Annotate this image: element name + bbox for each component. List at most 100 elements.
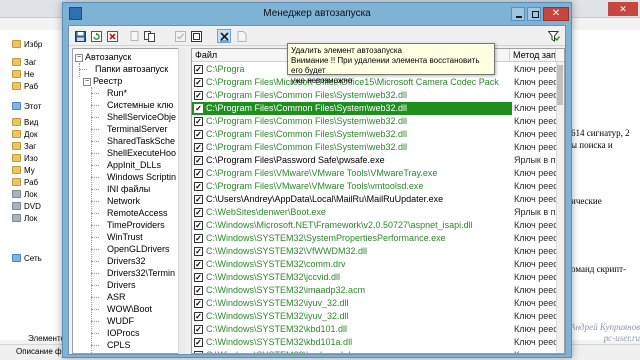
- list-row[interactable]: ✓ C:\Windows\SYSTEM32\iyuv_32.dll Ключ рее…: [192, 297, 556, 310]
- tree-scrollbar[interactable]: [178, 48, 186, 354]
- tree-node-registry-key[interactable]: Network: [107, 195, 140, 207]
- nav-item[interactable]: Заг: [12, 140, 36, 152]
- tree-node-registry-key[interactable]: AppInit_DLLs: [107, 159, 161, 171]
- tree-node-registry-key[interactable]: TerminalServer: [107, 123, 168, 135]
- tree-node-registry-key[interactable]: TimeProviders: [107, 219, 165, 231]
- nav-item[interactable]: Раб: [12, 176, 38, 188]
- list-row[interactable]: ✓ C:\Program Files\Common Files\System\we…: [192, 102, 556, 115]
- row-checkbox[interactable]: ✓: [194, 78, 203, 87]
- row-checkbox[interactable]: ✓: [194, 182, 203, 191]
- list-row[interactable]: ✓C:\Windows\SYSTEM32\comm.drv Ключ реест: [192, 258, 556, 271]
- list-row[interactable]: ✓ C:\Program Files\Common Files\System\we…: [192, 128, 556, 141]
- nav-item[interactable]: Вид: [12, 116, 38, 128]
- tree-node-registry-key[interactable]: WinTrust: [107, 231, 143, 243]
- nav-item[interactable]: Му: [12, 164, 35, 176]
- list-row[interactable]: ✓C:\Windows\SYSTEM32\jccvid.dll Ключ реес…: [192, 271, 556, 284]
- check-icon[interactable]: [173, 29, 187, 43]
- row-checkbox[interactable]: ✓: [194, 195, 203, 204]
- tree-node-registry-key[interactable]: Run*: [107, 87, 127, 99]
- tree-node-registry-key[interactable]: WOW\Boot: [107, 303, 152, 315]
- list-row[interactable]: ✓ C:\WebSites\denwer\Boot.exe Ярлык в па: [192, 206, 556, 219]
- tree-node-registry-key[interactable]: Drivers32\Termin: [107, 267, 175, 279]
- list-scrollbar-thumb[interactable]: [557, 65, 563, 105]
- row-checkbox[interactable]: ✓: [194, 325, 203, 334]
- list-scrollbar[interactable]: [556, 62, 564, 353]
- nav-item[interactable]: Лок: [12, 212, 37, 224]
- row-checkbox[interactable]: ✓: [194, 65, 203, 74]
- list-row[interactable]: ✓ C:\Program Files\Common Files\System\we…: [192, 115, 556, 128]
- tree-node-registry-key[interactable]: ShellServiceObje: [107, 111, 176, 123]
- nav-item[interactable]: Изо: [12, 152, 38, 164]
- tree-node-registry-key[interactable]: OpenGLDrivers: [107, 243, 170, 255]
- row-checkbox[interactable]: ✓: [194, 299, 203, 308]
- row-checkbox[interactable]: ✓: [194, 351, 203, 353]
- list-row[interactable]: ✓ C:\Windows\Microsoft.NET\Framework\v2.0…: [192, 219, 556, 232]
- row-checkbox[interactable]: ✓: [194, 130, 203, 139]
- tree-node-registry-key[interactable]: SharedTaskSche: [107, 135, 175, 147]
- copy-icon[interactable]: [127, 29, 141, 43]
- new-icon[interactable]: [235, 29, 249, 43]
- nav-item[interactable]: Избр: [12, 38, 42, 50]
- list-row[interactable]: ✓ C:\Windows\SYSTEM32\VfWWDM32.dll Ключ ре…: [192, 245, 556, 258]
- row-checkbox[interactable]: ✓: [194, 169, 203, 178]
- list-row[interactable]: ✓ C:\Users\Andrey\AppData\Local\MailRu\Ma…: [192, 193, 556, 206]
- column-header-method[interactable]: Метод запус: [510, 49, 556, 62]
- row-checkbox[interactable]: ✓: [194, 312, 203, 321]
- tree-node-startup-folders[interactable]: Папки автозапуск: [95, 63, 168, 75]
- nav-item[interactable]: Не: [12, 68, 34, 80]
- nav-item[interactable]: Заг: [12, 56, 36, 68]
- nav-item[interactable]: Док: [12, 128, 37, 140]
- maximize-button[interactable]: [527, 7, 541, 21]
- collapse-icon[interactable]: −: [75, 53, 83, 62]
- list-row[interactable]: ✓ C:\Program Files\Password Safe\pwsafe.e…: [192, 154, 556, 167]
- list-row[interactable]: ✓C:\Windows\SYSTEM32\kbd101.dllКлюч реес…: [192, 323, 556, 336]
- nav-item[interactable]: DVD: [12, 200, 41, 212]
- uncheck-icon[interactable]: [189, 29, 203, 43]
- tree-node-registry-key[interactable]: RemoteAccess: [107, 207, 168, 219]
- tree-node-registry-key[interactable]: CPLS: [107, 339, 131, 351]
- list-row[interactable]: ✓ C:\Program Files\Common Files\System\we…: [192, 89, 556, 102]
- row-checkbox[interactable]: ✓: [194, 286, 203, 295]
- list-row[interactable]: ✓ C:\Program Files\VMware\VMware Tools\VM…: [192, 167, 556, 180]
- row-checkbox[interactable]: ✓: [194, 143, 203, 152]
- list-row[interactable]: ✓ C:\Program Files\VMware\VMware Tools\vm…: [192, 180, 556, 193]
- explorer-maximize-button[interactable]: [582, 2, 604, 16]
- tree-node-registry-key[interactable]: INI файлы: [107, 183, 150, 195]
- list-row[interactable]: ✓ C:\Windows\SYSTEM32\iyuv_32.dll Ключ рее…: [192, 310, 556, 323]
- list-row[interactable]: ✓ C:\Program Files\Common Files\System\we…: [192, 141, 556, 154]
- nav-item[interactable]: Раб: [12, 80, 38, 92]
- row-checkbox[interactable]: ✓: [194, 91, 203, 100]
- row-checkbox[interactable]: ✓: [194, 273, 203, 282]
- filter-icon[interactable]: [547, 29, 561, 43]
- row-checkbox[interactable]: ✓: [194, 104, 203, 113]
- tree-node-registry-key[interactable]: Drivers32: [107, 255, 146, 267]
- list-row[interactable]: ✓ C:\Windows\SYSTEM32\imaadp32.acm Ключ ре…: [192, 284, 556, 297]
- save-icon[interactable]: [73, 29, 87, 43]
- explorer-close-button[interactable]: ✕: [608, 2, 638, 16]
- tree-node-registry-key[interactable]: ShellExecuteHoo: [107, 147, 176, 159]
- tree-node-registry-key[interactable]: IOProcs: [107, 327, 140, 339]
- tree-node-registry[interactable]: − Реестр: [83, 75, 122, 87]
- copy2-icon[interactable]: [143, 29, 157, 43]
- row-checkbox[interactable]: ✓: [194, 260, 203, 269]
- nav-item[interactable]: Этот: [12, 100, 41, 112]
- list-row[interactable]: ✓C:\Windows\SYSTEM32\keyboard.drvКлюч ре…: [192, 349, 556, 353]
- tree-node-registry-key[interactable]: Drivers: [107, 279, 136, 291]
- row-checkbox[interactable]: ✓: [194, 156, 203, 165]
- tree-node-registry-key[interactable]: Системные клю: [107, 99, 173, 111]
- row-checkbox[interactable]: ✓: [194, 247, 203, 256]
- tree-node-registry-key[interactable]: ...: [107, 351, 115, 353]
- collapse-icon[interactable]: −: [83, 77, 91, 86]
- nav-item[interactable]: Сеть: [12, 252, 42, 264]
- tree-node-registry-key[interactable]: ASR: [107, 291, 126, 303]
- nav-item[interactable]: Лок: [12, 188, 37, 200]
- row-checkbox[interactable]: ✓: [194, 234, 203, 243]
- list-row[interactable]: ✓ C:\Windows\SYSTEM32\SystemPropertiesPer…: [192, 232, 556, 245]
- tree-node-registry-key[interactable]: Windows Scriptin: [107, 171, 176, 183]
- row-checkbox[interactable]: ✓: [194, 221, 203, 230]
- close-button[interactable]: ✕: [543, 7, 569, 21]
- refresh-icon[interactable]: [89, 29, 103, 43]
- row-checkbox[interactable]: ✓: [194, 117, 203, 126]
- row-checkbox[interactable]: ✓: [194, 338, 203, 347]
- row-checkbox[interactable]: ✓: [194, 208, 203, 217]
